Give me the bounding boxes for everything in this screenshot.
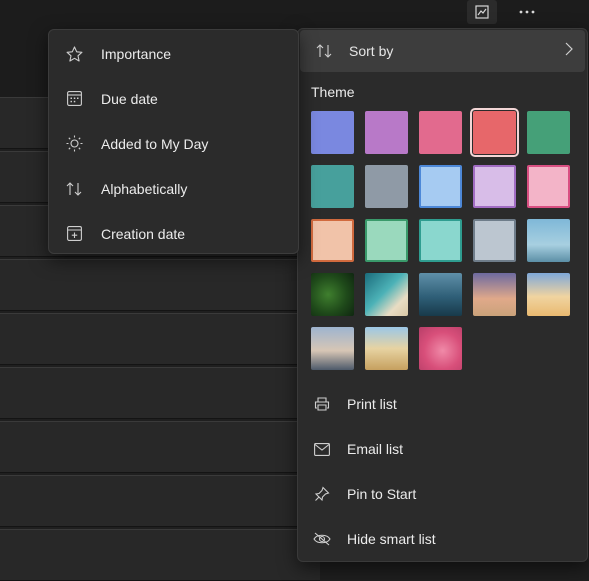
task-row[interactable]	[0, 475, 320, 527]
sort-by-menu-item[interactable]: Sort by	[300, 30, 585, 72]
pin-to-start-item[interactable]: Pin to Start	[298, 474, 587, 514]
task-row[interactable]	[0, 421, 320, 473]
task-row[interactable]	[0, 313, 320, 365]
theme-swatch-purple[interactable]	[365, 111, 408, 154]
theme-swatch-pink[interactable]	[419, 111, 462, 154]
theme-swatch-mountains[interactable]	[419, 273, 462, 316]
theme-swatch-tower[interactable]	[527, 219, 570, 262]
printer-icon	[313, 395, 331, 413]
theme-swatch-desert[interactable]	[527, 273, 570, 316]
theme-picker-icon	[475, 5, 489, 19]
sort-arrows-icon	[65, 180, 83, 198]
pin-to-start-label: Pin to Start	[347, 486, 417, 502]
task-row[interactable]	[0, 529, 320, 581]
theme-swatch-blue[interactable]	[311, 111, 354, 154]
sort-alphabetically-label: Alphabetically	[101, 180, 188, 197]
hide-smart-list-item[interactable]: Hide smart list	[298, 519, 587, 559]
more-options-button[interactable]	[512, 0, 542, 24]
theme-swatch-silver[interactable]	[473, 219, 516, 262]
email-list-item[interactable]: Email list	[298, 429, 587, 469]
sort-importance-item[interactable]: Importance	[49, 31, 298, 76]
theme-button[interactable]	[467, 0, 497, 24]
eye-off-icon	[313, 530, 331, 548]
theme-swatch-teal[interactable]	[311, 165, 354, 208]
sort-importance-label: Importance	[101, 45, 172, 62]
calendar-add-icon	[65, 225, 83, 243]
theme-swatch-light-blue[interactable]	[419, 165, 462, 208]
theme-swatch-mint[interactable]	[365, 219, 408, 262]
print-list-label: Print list	[347, 396, 397, 412]
email-list-label: Email list	[347, 441, 404, 457]
sort-due-date-item[interactable]: Due date	[49, 76, 298, 121]
chevron-right-icon	[565, 42, 573, 56]
hide-smart-list-label: Hide smart list	[347, 531, 436, 547]
theme-swatch-light-orange[interactable]	[311, 219, 354, 262]
more-options-icon	[519, 10, 535, 14]
theme-swatch-red[interactable]	[470, 108, 519, 157]
task-row[interactable]	[0, 259, 320, 311]
mail-icon	[313, 440, 331, 458]
theme-swatch-poppies[interactable]	[365, 327, 408, 370]
sort-my-day-label: Added to My Day	[101, 135, 209, 152]
print-list-item[interactable]: Print list	[298, 384, 587, 424]
theme-heading: Theme	[311, 84, 355, 100]
theme-swatch-lighthouse[interactable]	[311, 327, 354, 370]
sort-due-date-label: Due date	[101, 90, 158, 107]
theme-swatch-pink-abstract[interactable]	[419, 327, 462, 370]
theme-swatch-palm-sunset[interactable]	[473, 273, 516, 316]
theme-swatch-fern[interactable]	[311, 273, 354, 316]
sun-icon	[65, 135, 83, 153]
sort-alphabetically-item[interactable]: Alphabetically	[49, 166, 298, 211]
calendar-icon	[65, 90, 83, 108]
sort-submenu: Importance Due date Added to My Day Alph…	[48, 29, 299, 254]
star-icon	[65, 45, 83, 63]
theme-swatch-green[interactable]	[527, 111, 570, 154]
sort-arrows-icon	[315, 42, 333, 60]
sort-by-label: Sort by	[349, 43, 394, 59]
theme-swatch-gray[interactable]	[365, 165, 408, 208]
sort-creation-date-item[interactable]: Creation date	[49, 211, 298, 256]
list-options-menu: Sort by Theme Print list Email list Pin …	[297, 28, 588, 562]
pin-icon	[313, 485, 331, 503]
theme-swatch-aqua[interactable]	[419, 219, 462, 262]
theme-swatch-beach[interactable]	[365, 273, 408, 316]
sort-creation-date-label: Creation date	[101, 225, 186, 242]
sort-my-day-item[interactable]: Added to My Day	[49, 121, 298, 166]
task-row[interactable]	[0, 367, 320, 419]
theme-swatch-light-purple[interactable]	[473, 165, 516, 208]
theme-swatch-light-pink[interactable]	[527, 165, 570, 208]
